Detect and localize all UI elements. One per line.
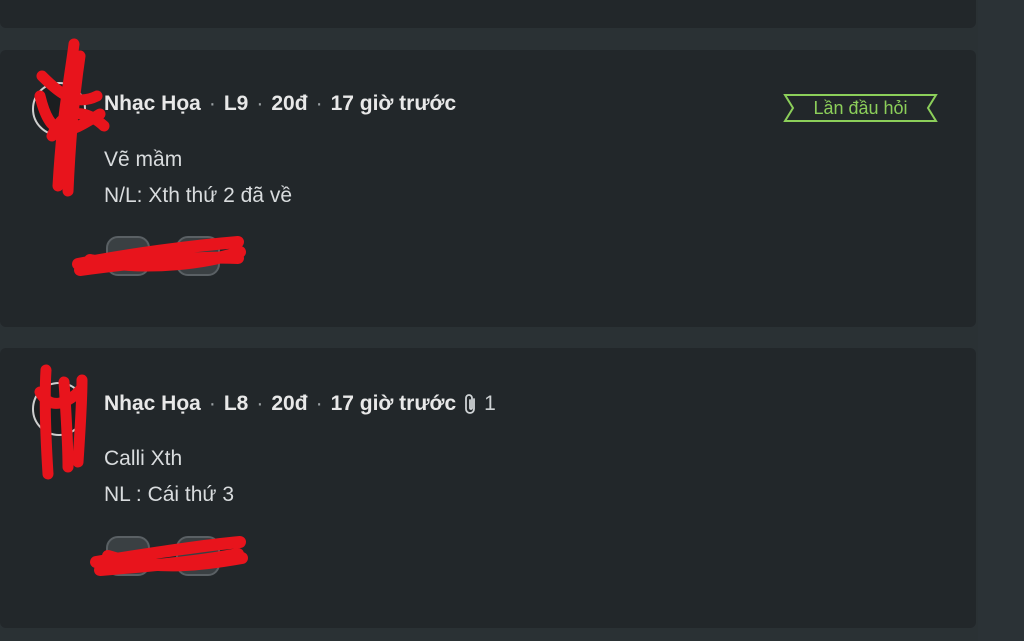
question-line: Calli Xth — [104, 447, 183, 470]
first-question-badge: Lần đầu hỏi — [783, 93, 938, 123]
reaction-button[interactable] — [176, 536, 220, 576]
avatar[interactable] — [32, 82, 86, 136]
scrollbar-track[interactable] — [978, 0, 1024, 641]
reaction-button[interactable] — [176, 236, 220, 276]
question-meta: Nhạc Họa · L9 · 20đ · 17 giờ trước — [104, 92, 456, 116]
separator-dot: · — [256, 392, 264, 415]
user-level: L8 — [223, 392, 249, 415]
question-line: N/L: Xth thứ 2 đã về — [104, 184, 292, 207]
points: 20đ — [271, 392, 308, 415]
reaction-button[interactable] — [106, 536, 150, 576]
timestamp: 17 giờ trước — [330, 392, 457, 415]
badge-label: Lần đầu hỏi — [813, 98, 908, 118]
separator-dot: · — [315, 92, 323, 115]
question-line: Vẽ mầm — [104, 148, 183, 171]
separator-dot: · — [208, 92, 216, 115]
separator-dot: · — [315, 392, 323, 415]
question-line: NL : Cái thứ 3 — [104, 483, 234, 506]
reaction-button[interactable] — [106, 236, 150, 276]
attachment-count: 1 — [484, 392, 496, 415]
points: 20đ — [271, 92, 308, 115]
avatar[interactable] — [32, 382, 86, 436]
timestamp: 17 giờ trước — [330, 92, 457, 115]
separator-dot: · — [208, 392, 216, 415]
attachment-indicator[interactable]: 1 — [464, 392, 496, 416]
user-level: L9 — [223, 92, 249, 115]
question-meta: Nhạc Họa · L8 · 20đ · 17 giờ trước 1 — [104, 392, 496, 416]
separator-dot: · — [256, 92, 264, 115]
question-card-previous — [0, 0, 976, 28]
author-name[interactable]: Nhạc Họa — [104, 392, 201, 416]
author-name[interactable]: Nhạc Họa — [104, 92, 201, 116]
paperclip-icon — [465, 394, 476, 414]
